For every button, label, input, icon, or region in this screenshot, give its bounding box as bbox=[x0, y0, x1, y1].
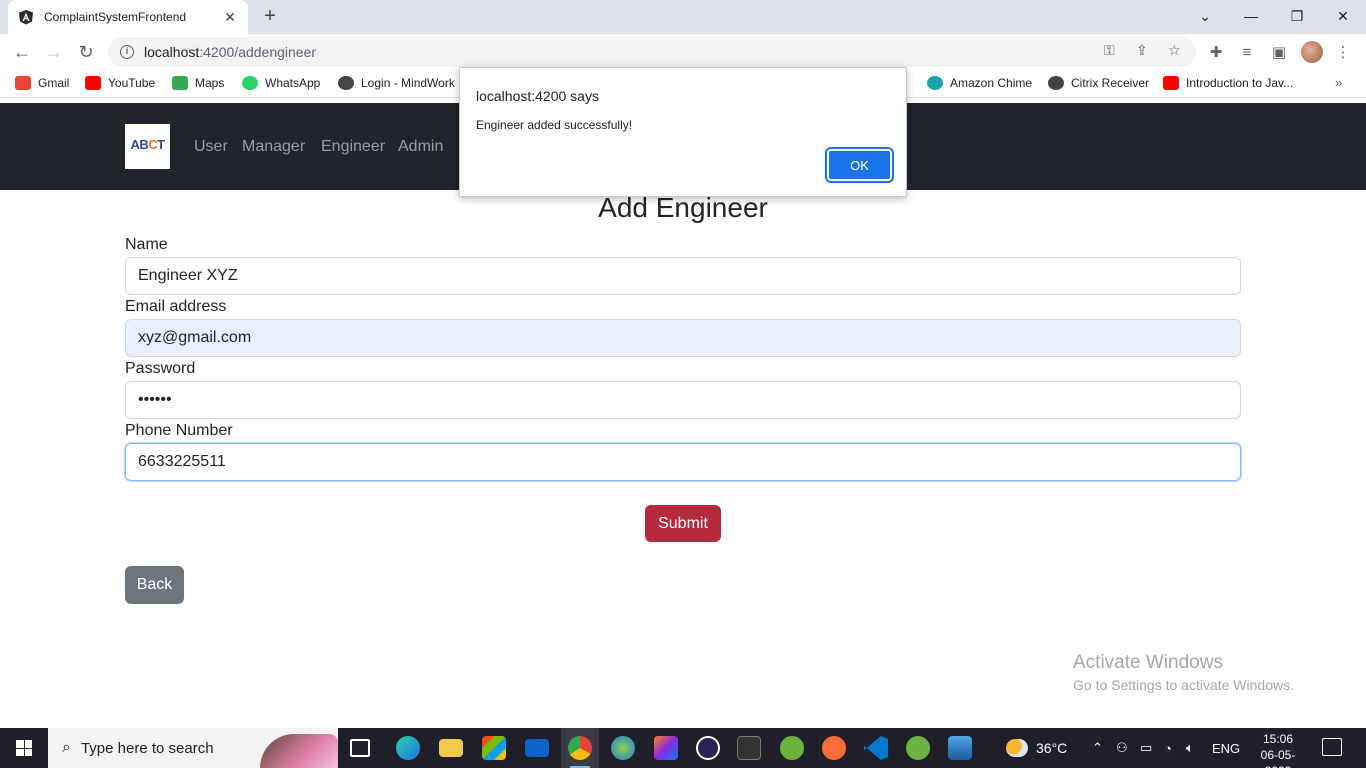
search-icon: ⌕ bbox=[62, 739, 71, 756]
youtube-icon bbox=[85, 76, 101, 90]
file-explorer-icon[interactable] bbox=[439, 739, 463, 757]
clock[interactable]: 15:06 06-05-2023 bbox=[1249, 731, 1307, 768]
bookmark-maps[interactable]: Maps bbox=[172, 76, 224, 90]
name-label: Name bbox=[125, 236, 168, 253]
angular-icon bbox=[19, 10, 33, 25]
bookmark-mindwork[interactable]: Login - MindWork bbox=[338, 76, 455, 90]
eclipse-icon[interactable] bbox=[696, 736, 720, 760]
bookmarks-overflow-icon[interactable]: » bbox=[1335, 75, 1342, 90]
bookmark-amazon-chime[interactable]: Amazon Chime bbox=[927, 76, 1032, 90]
taskbar-search-placeholder: Type here to search bbox=[80, 739, 214, 757]
notification-center-icon[interactable] bbox=[1322, 738, 1342, 756]
bookmark-youtube[interactable]: YouTube bbox=[85, 76, 155, 90]
weather-temp: 36°C bbox=[1036, 740, 1068, 756]
tab-search-icon[interactable]: ⌄ bbox=[1182, 0, 1228, 32]
nav-link-user[interactable]: User bbox=[194, 138, 228, 156]
postman-icon[interactable] bbox=[822, 736, 846, 760]
store-icon[interactable] bbox=[482, 736, 506, 760]
search-highlight-image bbox=[260, 734, 338, 768]
browser-toolbar: ← → ↻ i localhost:4200/addengineer ⚿ ⇪ ☆… bbox=[0, 34, 1366, 70]
nav-link-manager[interactable]: Manager bbox=[242, 138, 305, 156]
password-input[interactable]: •••••• bbox=[125, 381, 1241, 419]
email-input[interactable]: xyz@gmail.com bbox=[125, 319, 1241, 357]
email-label: Email address bbox=[125, 298, 227, 315]
bookmark-star-icon[interactable]: ☆ bbox=[1168, 42, 1181, 59]
spring-boot-icon[interactable] bbox=[906, 736, 930, 760]
address-bar[interactable]: i localhost:4200/addengineer bbox=[108, 37, 1196, 67]
media-control-icon[interactable]: ≡ bbox=[1238, 43, 1256, 61]
name-input[interactable]: Engineer XYZ bbox=[125, 257, 1241, 295]
mysql-icon[interactable] bbox=[737, 736, 761, 760]
maps-icon bbox=[172, 76, 188, 90]
photo-viewer-icon[interactable] bbox=[948, 736, 972, 760]
nav-link-admin[interactable]: Admin bbox=[398, 138, 443, 156]
share-icon[interactable]: ⇪ bbox=[1136, 42, 1148, 59]
dialog-message: Engineer added successfully! bbox=[476, 118, 633, 132]
spring-tool-icon[interactable] bbox=[780, 736, 804, 760]
bookmark-whatsapp[interactable]: WhatsApp bbox=[242, 76, 320, 90]
minimize-button[interactable]: — bbox=[1228, 0, 1274, 32]
photos-icon[interactable] bbox=[611, 736, 635, 760]
kebab-menu-icon[interactable]: ⋮ bbox=[1334, 43, 1352, 61]
mail-icon[interactable] bbox=[525, 739, 549, 757]
restore-button[interactable]: ❐ bbox=[1274, 0, 1320, 32]
dialog-ok-button[interactable]: OK bbox=[825, 147, 894, 183]
watermark-title: Activate Windows bbox=[1073, 652, 1223, 673]
meet-now-icon[interactable]: ⚇ bbox=[1116, 728, 1128, 768]
site-info-icon[interactable]: i bbox=[120, 45, 134, 59]
reload-icon[interactable]: ↻ bbox=[74, 40, 98, 64]
profile-avatar[interactable] bbox=[1301, 41, 1323, 63]
extensions-icon[interactable]: ✚ bbox=[1207, 43, 1225, 61]
youtube-icon bbox=[1163, 76, 1179, 90]
bookmark-java-intro[interactable]: Introduction to Jav... bbox=[1163, 76, 1293, 90]
tab-title: ComplaintSystemFrontend bbox=[44, 10, 187, 24]
bookmark-gmail[interactable]: Gmail bbox=[15, 76, 69, 90]
key-icon[interactable]: ⚿ bbox=[1104, 42, 1115, 59]
gmail-icon bbox=[15, 76, 31, 90]
alert-dialog: localhost:4200 says Engineer added succe… bbox=[459, 67, 907, 197]
close-window-button[interactable]: ✕ bbox=[1320, 0, 1366, 32]
windows-logo-icon bbox=[16, 740, 32, 756]
forward-arrow-icon[interactable]: → bbox=[42, 40, 66, 64]
brand-logo[interactable]: ABCT bbox=[125, 124, 170, 169]
battery-icon[interactable]: ▭ bbox=[1140, 728, 1152, 768]
back-button[interactable]: Back bbox=[125, 566, 184, 604]
weather-icon bbox=[1006, 739, 1028, 757]
nav-link-engineer[interactable]: Engineer bbox=[321, 138, 385, 156]
phone-label: Phone Number bbox=[125, 422, 233, 439]
activate-windows-watermark: Activate Windows Go to Settings to activ… bbox=[1073, 652, 1294, 693]
intellij-icon[interactable] bbox=[654, 736, 678, 760]
tray-chevron-icon[interactable]: ⌃ bbox=[1092, 728, 1103, 768]
dialog-heading: localhost:4200 says bbox=[476, 88, 599, 104]
language-indicator[interactable]: ENG bbox=[1212, 728, 1240, 768]
weather-widget[interactable]: 36°C bbox=[1006, 728, 1067, 768]
submit-button[interactable]: Submit bbox=[645, 505, 721, 542]
url-text: localhost:4200/addengineer bbox=[144, 44, 317, 60]
side-panel-icon[interactable]: ▣ bbox=[1270, 43, 1288, 61]
browser-tab-strip: ComplaintSystemFrontend ✕ + ⌄ — ❐ ✕ bbox=[0, 0, 1366, 34]
chrome-icon[interactable] bbox=[568, 736, 592, 760]
browser-tab[interactable]: ComplaintSystemFrontend ✕ bbox=[8, 0, 248, 34]
new-tab-button[interactable]: + bbox=[259, 5, 281, 27]
start-button[interactable] bbox=[0, 728, 48, 768]
bookmark-citrix[interactable]: Citrix Receiver bbox=[1048, 76, 1149, 90]
task-view-icon[interactable] bbox=[350, 739, 370, 757]
watermark-subtitle: Go to Settings to activate Windows. bbox=[1073, 677, 1294, 693]
chime-icon bbox=[927, 76, 943, 90]
back-arrow-icon[interactable]: ← bbox=[10, 40, 34, 64]
vscode-icon[interactable] bbox=[864, 736, 888, 760]
globe-icon bbox=[338, 76, 354, 90]
volume-icon[interactable]: 🔈︎ bbox=[1186, 728, 1194, 768]
tab-close-icon[interactable]: ✕ bbox=[222, 9, 238, 26]
edge-icon[interactable] bbox=[396, 736, 420, 760]
whatsapp-icon bbox=[242, 76, 258, 90]
taskbar-search[interactable]: ⌕ Type here to search bbox=[48, 728, 338, 768]
wifi-icon[interactable]: ◔ bbox=[1164, 728, 1172, 768]
clock-time: 15:06 bbox=[1262, 732, 1294, 746]
phone-input[interactable]: 6633225511 bbox=[125, 443, 1241, 481]
windows-taskbar: ⌕ Type here to search 36°C ⌃ ⚇ ▭ ◔ 🔈︎ EN… bbox=[0, 728, 1366, 768]
citrix-icon bbox=[1048, 76, 1064, 90]
password-label: Password bbox=[125, 360, 196, 377]
clock-date: 06-05-2023 bbox=[1260, 748, 1296, 768]
